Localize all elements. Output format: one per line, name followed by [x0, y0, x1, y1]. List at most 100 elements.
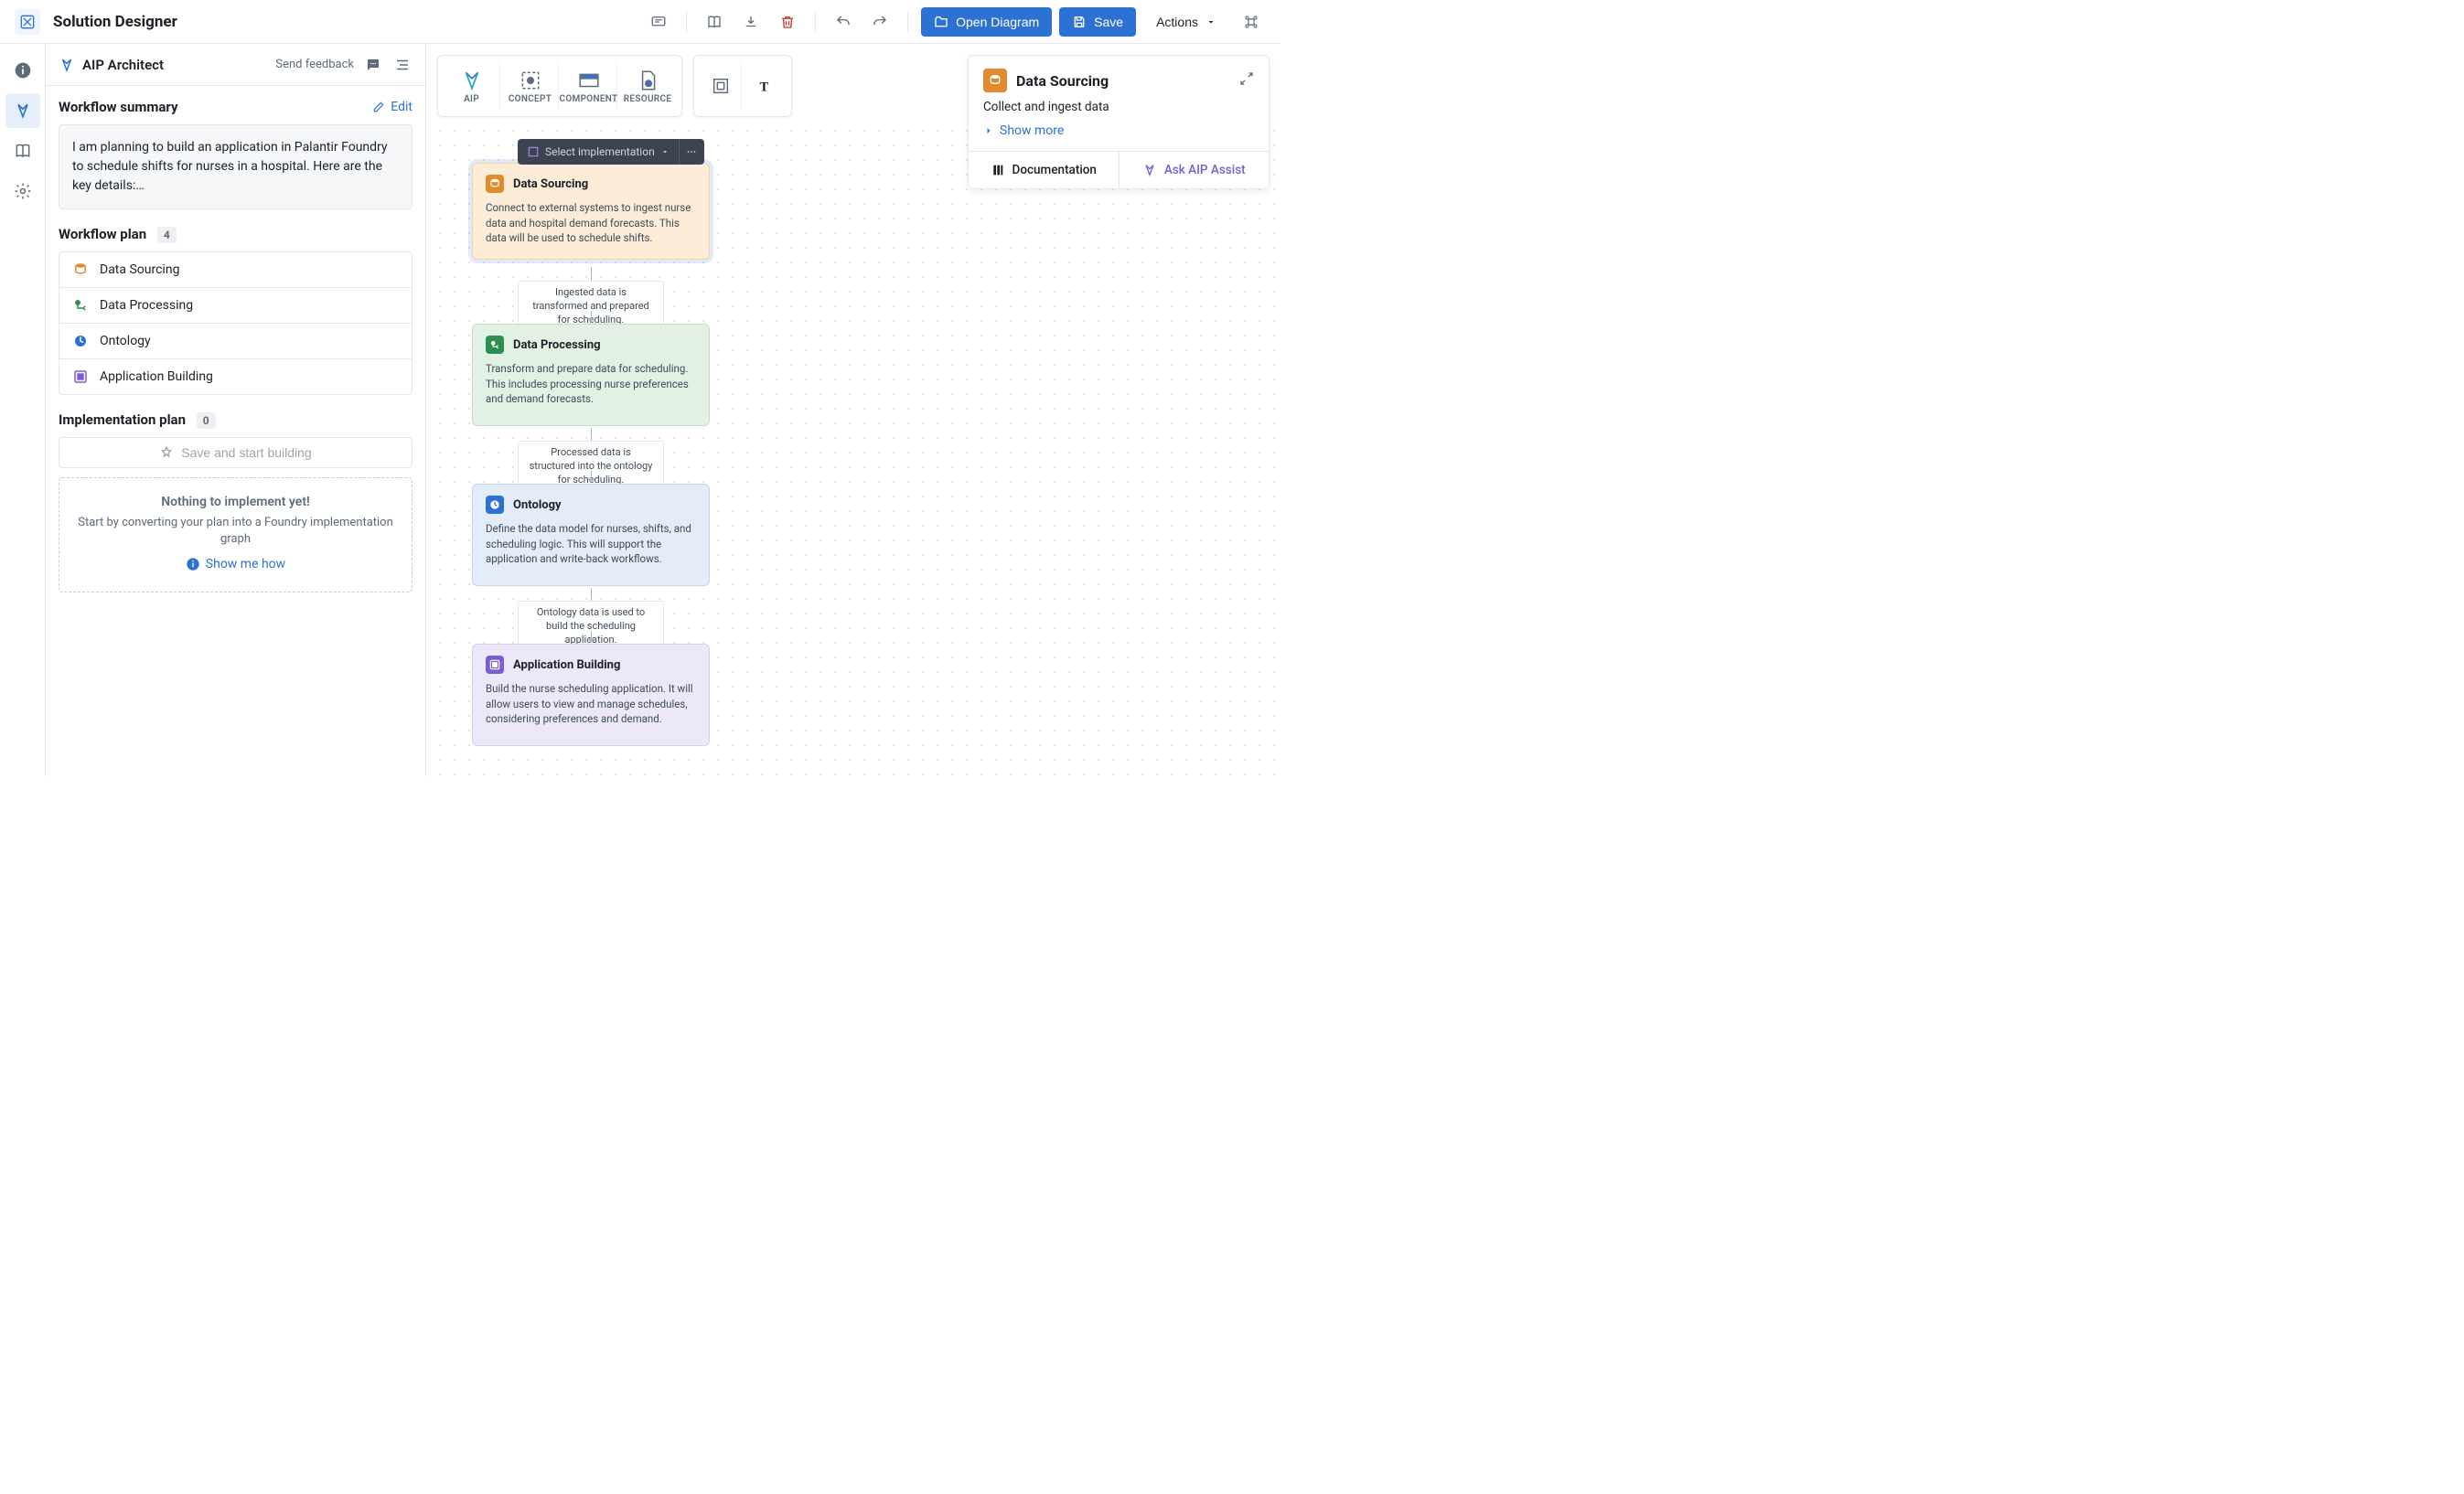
- edge-arrow-icon: [587, 478, 595, 483]
- send-feedback-link[interactable]: Send feedback: [275, 58, 354, 71]
- tool-label: RESOURCE: [624, 94, 672, 104]
- tool-label: AIP: [464, 94, 479, 104]
- redo-icon[interactable]: [865, 7, 895, 37]
- canvas[interactable]: AIP CONCEPT COMPONENT RESOURCE: [426, 44, 1280, 776]
- aip-icon: [460, 69, 484, 92]
- chevron-right-icon: [983, 125, 994, 136]
- node-body: Build the nurse scheduling application. …: [486, 681, 696, 727]
- group-select-icon: [711, 76, 731, 96]
- documentation-link[interactable]: Documentation: [969, 152, 1120, 188]
- app-title: Solution Designer: [53, 13, 177, 31]
- node-body: Define the data model for nurses, shifts…: [486, 521, 696, 567]
- node-title: Data Sourcing: [513, 177, 588, 191]
- keyboard-shortcut-icon[interactable]: [1237, 7, 1266, 37]
- plan-count-badge: 4: [157, 227, 177, 243]
- open-diagram-button[interactable]: Open Diagram: [921, 7, 1052, 37]
- plan-item-ontology[interactable]: Ontology: [59, 324, 412, 359]
- toolbox: AIP CONCEPT COMPONENT RESOURCE: [437, 55, 792, 117]
- outline-toggle-icon[interactable]: [392, 55, 412, 75]
- documentation-icon: [991, 163, 1005, 177]
- node-title: Data Processing: [513, 338, 601, 352]
- show-how-label: Show me how: [206, 557, 285, 571]
- plan-item-label: Data Processing: [100, 298, 193, 313]
- sidebar: AIP Architect Send feedback Workflow sum…: [46, 44, 426, 776]
- ontology-icon: [72, 333, 89, 349]
- edit-summary-link[interactable]: Edit: [372, 100, 412, 114]
- implementation-heading: Implementation plan: [59, 411, 186, 428]
- comment-icon[interactable]: [644, 7, 673, 37]
- save-start-building-button[interactable]: Save and start building: [59, 437, 412, 468]
- feedback-icon[interactable]: [363, 55, 383, 75]
- book-icon[interactable]: [700, 7, 729, 37]
- show-me-how-link[interactable]: Show me how: [186, 557, 285, 571]
- implementation-empty-state: Nothing to implement yet! Start by conve…: [59, 477, 412, 592]
- tool-aip[interactable]: AIP: [444, 61, 500, 111]
- resource-icon: [636, 69, 659, 92]
- show-more-link[interactable]: Show more: [969, 114, 1269, 151]
- node-title: Application Building: [513, 658, 620, 672]
- sidebar-header: AIP Architect Send feedback: [46, 44, 425, 86]
- plan-item-data-processing[interactable]: Data Processing: [59, 288, 412, 324]
- tool-label: COMPONENT: [560, 94, 618, 104]
- nav-rail: [0, 44, 46, 776]
- tool-text[interactable]: T: [744, 61, 786, 111]
- tool-concept[interactable]: CONCEPT: [502, 61, 559, 111]
- sidebar-title: AIP Architect: [82, 57, 164, 73]
- node-app-building[interactable]: Application Building Build the nurse sch…: [472, 644, 710, 746]
- save-button[interactable]: Save: [1059, 7, 1136, 37]
- impl-pill-label: Select implementation: [545, 145, 655, 158]
- save-label: Save: [1094, 15, 1123, 29]
- node-body: Transform and prepare data for schedulin…: [486, 361, 696, 407]
- collapse-panel-icon[interactable]: [1239, 71, 1254, 90]
- divider: [907, 11, 908, 33]
- tool-group-select[interactable]: [700, 61, 742, 111]
- impl-count-badge: 0: [197, 412, 216, 429]
- ontology-icon: [486, 496, 504, 514]
- workflow-plan-list: Data Sourcing Data Processing Ontology: [59, 251, 412, 395]
- data-processing-icon: [486, 336, 504, 354]
- undo-icon[interactable]: [829, 7, 858, 37]
- panel-subtitle: Collect and ingest data: [969, 92, 1269, 114]
- text-icon: T: [755, 76, 775, 96]
- select-implementation-pill: Select implementation: [518, 139, 704, 165]
- chevron-down-icon: [660, 147, 670, 156]
- node-data-sourcing[interactable]: Data Sourcing Connect to external system…: [472, 163, 710, 260]
- rail-docs-icon[interactable]: [5, 133, 40, 168]
- data-processing-icon: [72, 297, 89, 314]
- node-title: Ontology: [513, 498, 562, 512]
- edit-label: Edit: [391, 100, 412, 114]
- rail-settings-icon[interactable]: [5, 174, 40, 208]
- concept-icon: [519, 69, 542, 92]
- empty-title: Nothing to implement yet!: [72, 495, 399, 509]
- plan-item-label: Ontology: [100, 334, 151, 348]
- details-panel: Data Sourcing Collect and ingest data Sh…: [968, 55, 1269, 189]
- node-data-processing[interactable]: Data Processing Transform and prepare da…: [472, 324, 710, 426]
- empty-body: Start by converting your plan into a Fou…: [72, 515, 399, 548]
- edge-arrow-icon: [587, 638, 595, 643]
- tool-label: CONCEPT: [509, 94, 552, 104]
- plan-item-app-building[interactable]: Application Building: [59, 359, 412, 394]
- rail-architect-icon[interactable]: [5, 93, 40, 128]
- node-ontology[interactable]: Ontology Define the data model for nurse…: [472, 484, 710, 586]
- data-sourcing-icon: [486, 175, 504, 193]
- node-body: Connect to external systems to ingest nu…: [486, 200, 696, 246]
- tool-resource[interactable]: RESOURCE: [619, 61, 676, 111]
- download-icon[interactable]: [736, 7, 766, 37]
- ask-aip-assist-link[interactable]: Ask AIP Assist: [1120, 152, 1269, 188]
- rail-info-icon[interactable]: [5, 53, 40, 88]
- trash-icon[interactable]: [773, 7, 802, 37]
- app-building-icon: [486, 656, 504, 674]
- data-sourcing-icon: [72, 261, 89, 278]
- documentation-label: Documentation: [1012, 163, 1097, 177]
- workflow-summary-box: I am planning to build an application in…: [59, 124, 412, 209]
- divider: [686, 11, 687, 33]
- save-build-label: Save and start building: [181, 445, 311, 460]
- open-diagram-label: Open Diagram: [956, 15, 1039, 29]
- data-sourcing-icon: [983, 69, 1007, 92]
- impl-more-button[interactable]: [679, 139, 704, 165]
- app-header: Solution Designer Open Diagram Save Acti…: [0, 0, 1280, 44]
- plan-item-data-sourcing[interactable]: Data Sourcing: [59, 252, 412, 288]
- actions-dropdown[interactable]: Actions: [1143, 7, 1229, 37]
- select-implementation-button[interactable]: Select implementation: [518, 145, 679, 158]
- tool-component[interactable]: COMPONENT: [561, 61, 617, 111]
